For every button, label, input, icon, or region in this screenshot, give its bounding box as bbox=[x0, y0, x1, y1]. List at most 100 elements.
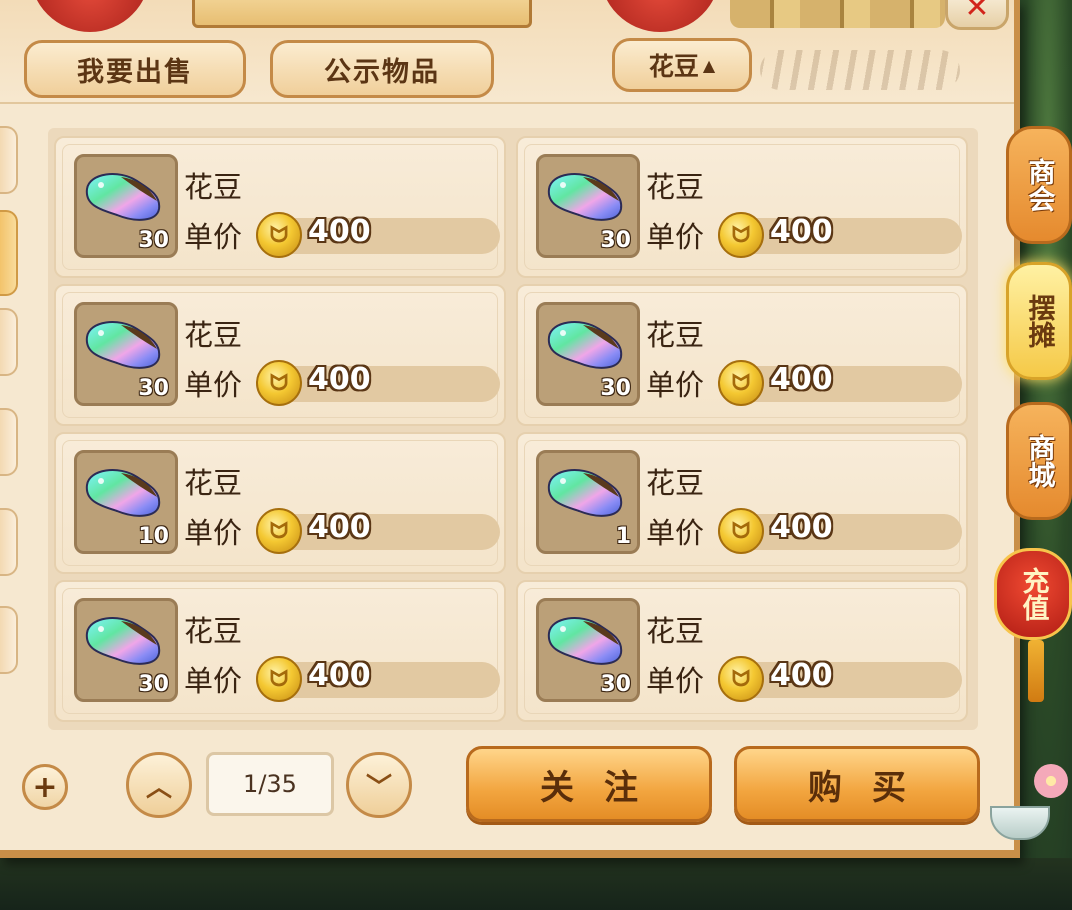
item-quantity: 30 bbox=[600, 376, 631, 401]
unit-price-label: 单价 bbox=[184, 220, 243, 254]
tassel-decoration bbox=[1028, 640, 1044, 702]
price-value: 400 bbox=[308, 362, 371, 397]
side-tab-mall[interactable]: 商城 bbox=[1006, 402, 1072, 520]
rainbow-bean-icon bbox=[85, 321, 161, 369]
item-name: 花豆 bbox=[184, 614, 243, 648]
item-name: 花豆 bbox=[646, 170, 705, 204]
filter-label: 花豆 bbox=[648, 52, 699, 81]
item-quantity: 30 bbox=[138, 228, 169, 253]
unit-price-label: 单价 bbox=[646, 516, 705, 550]
item-slot[interactable]: 10 bbox=[74, 450, 178, 554]
gold-coin-icon: ᗢ bbox=[718, 212, 764, 258]
price-value: 400 bbox=[770, 214, 833, 249]
listing-card[interactable]: 30 花豆单价 ᗢ 400 bbox=[54, 136, 506, 278]
item-slot[interactable]: 30 bbox=[74, 598, 178, 702]
tab-public-items[interactable]: 公示物品 bbox=[270, 40, 494, 98]
rainbow-bean-icon bbox=[547, 321, 623, 369]
item-name: 花豆 bbox=[646, 466, 705, 500]
item-quantity: 30 bbox=[138, 672, 169, 697]
rainbow-bean-icon bbox=[547, 469, 623, 517]
follow-button[interactable]: 关注 bbox=[466, 746, 712, 822]
background-scene-strip bbox=[0, 858, 1072, 910]
page-down-button[interactable]: ﹀ bbox=[346, 752, 412, 818]
item-name: 花豆 bbox=[646, 318, 705, 352]
triangle-up-icon: ▲ bbox=[702, 55, 716, 75]
item-quantity: 30 bbox=[600, 672, 631, 697]
market-panel-body: ✕ 我要出售 公示物品 花豆 ▲ 30 花豆 单价 ᗢ 400 30 花豆 单价 ᗢ 400 30 花… bbox=[0, 0, 1014, 850]
category-tab[interactable] bbox=[0, 126, 18, 194]
rainbow-bean-icon bbox=[85, 617, 161, 665]
category-tab[interactable] bbox=[0, 408, 18, 476]
red-lantern-icon bbox=[30, 0, 150, 32]
item-slot[interactable]: 30 bbox=[536, 302, 640, 406]
item-filter-dropdown[interactable]: 花豆 ▲ bbox=[612, 38, 752, 92]
listing-grid: 30 花豆 单价 ᗢ 400 30 花豆 单价 ᗢ 400 30 花豆 单价 ᗢ 400 30 花豆 单价 ᗢ 400… bbox=[48, 128, 978, 730]
price-value: 400 bbox=[770, 362, 833, 397]
listing-card[interactable]: 30 花豆单价 ᗢ 400 bbox=[516, 580, 968, 722]
item-slot[interactable]: 1 bbox=[536, 450, 640, 554]
gold-coin-icon: ᗢ bbox=[256, 656, 302, 702]
side-tab-stall[interactable]: 摆摊 bbox=[1006, 262, 1072, 380]
gold-coin-icon: ᗢ bbox=[256, 508, 302, 554]
price-value: 400 bbox=[308, 510, 371, 545]
close-button[interactable]: ✕ bbox=[945, 0, 1009, 30]
chevron-down-icon: ﹀ bbox=[365, 772, 392, 803]
category-tab-active[interactable] bbox=[0, 210, 18, 296]
listing-card[interactable]: 10 花豆单价 ᗢ 400 bbox=[54, 432, 506, 574]
panel-header: ✕ 我要出售 公示物品 花豆 ▲ bbox=[0, 0, 1014, 104]
item-quantity: 10 bbox=[138, 524, 169, 549]
gold-coin-icon: ᗢ bbox=[256, 360, 302, 406]
unit-price-label: 单价 bbox=[184, 516, 243, 550]
gold-coin-icon: ᗢ bbox=[718, 360, 764, 406]
item-name: 花豆 bbox=[184, 318, 243, 352]
unit-price-label: 单价 bbox=[646, 368, 705, 402]
side-tab-chamber-of-commerce[interactable]: 商会 bbox=[1006, 126, 1072, 244]
item-slot[interactable]: 30 bbox=[74, 154, 178, 258]
item-name: 花豆 bbox=[646, 614, 705, 648]
price-value: 400 bbox=[308, 214, 371, 249]
item-slot[interactable]: 30 bbox=[74, 302, 178, 406]
item-quantity: 30 bbox=[600, 228, 631, 253]
gold-coin-icon: ᗢ bbox=[256, 212, 302, 258]
price-value: 400 bbox=[308, 658, 371, 693]
rainbow-bean-icon bbox=[85, 469, 161, 517]
rainbow-bean-icon bbox=[547, 617, 623, 665]
page-up-button[interactable]: ︿ bbox=[126, 752, 192, 818]
item-name: 花豆 bbox=[184, 170, 243, 204]
unit-price-label: 单价 bbox=[184, 664, 243, 698]
listing-card[interactable]: 30 花豆单价 ᗢ 400 bbox=[516, 284, 968, 426]
red-lantern-icon bbox=[600, 0, 720, 32]
rainbow-bean-icon bbox=[547, 173, 623, 221]
chevron-up-icon: ︿ bbox=[145, 772, 172, 803]
gold-coin-icon: ᗢ bbox=[718, 656, 764, 702]
add-category-button[interactable]: + bbox=[22, 764, 68, 810]
listing-card[interactable]: 1 花豆单价 ᗢ 400 bbox=[516, 432, 968, 574]
ink-painting-decoration bbox=[760, 50, 960, 90]
market-panel: ✕ 我要出售 公示物品 花豆 ▲ 30 花豆 单价 ᗢ 400 30 花豆 单价 ᗢ 400 30 花… bbox=[0, 0, 1020, 858]
category-tab[interactable] bbox=[0, 308, 18, 376]
flower-decoration bbox=[1034, 764, 1068, 798]
listing-card[interactable]: 30 花豆单价 ᗢ 400 bbox=[516, 136, 968, 278]
category-tab[interactable] bbox=[0, 508, 18, 576]
buy-button[interactable]: 购买 bbox=[734, 746, 980, 822]
item-quantity: 1 bbox=[615, 524, 631, 549]
item-slot[interactable]: 30 bbox=[536, 598, 640, 702]
gold-coin-icon: ᗢ bbox=[718, 508, 764, 554]
category-tab[interactable] bbox=[0, 606, 18, 674]
scroll-decoration bbox=[730, 0, 945, 28]
tab-sell[interactable]: 我要出售 bbox=[24, 40, 246, 98]
item-name: 花豆 bbox=[184, 466, 243, 500]
item-slot[interactable]: 30 bbox=[536, 154, 640, 258]
listing-card[interactable]: 30 花豆单价 ᗢ 400 bbox=[54, 284, 506, 426]
price-value: 400 bbox=[770, 658, 833, 693]
unit-price-label: 单价 bbox=[646, 220, 705, 254]
item-quantity: 30 bbox=[138, 376, 169, 401]
rainbow-bean-icon bbox=[85, 173, 161, 221]
page-indicator: 1/35 bbox=[206, 752, 334, 816]
price-value: 400 bbox=[770, 510, 833, 545]
title-plaque bbox=[192, 0, 532, 28]
listing-card[interactable]: 30 花豆单价 ᗢ 400 bbox=[54, 580, 506, 722]
side-tab-recharge[interactable]: 充值 bbox=[994, 548, 1072, 640]
unit-price-label: 单价 bbox=[184, 368, 243, 402]
unit-price-label: 单价 bbox=[646, 664, 705, 698]
